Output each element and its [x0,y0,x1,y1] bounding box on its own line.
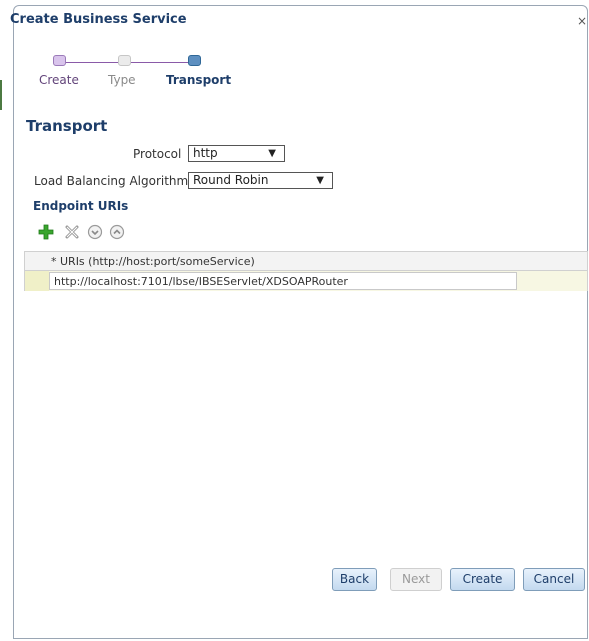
train-stop-type [118,55,131,66]
endpoint-uris-table: * URIs (http://host:port/someService) [24,251,588,291]
create-button[interactable]: Create [450,568,515,591]
cancel-button[interactable]: Cancel [523,568,585,591]
load-balancing-label: Load Balancing Algorithm [34,174,189,188]
close-icon[interactable]: × [577,14,587,28]
add-icon[interactable] [38,224,54,240]
dialog-title: Create Business Service [10,12,187,27]
move-up-icon[interactable] [109,224,125,240]
uri-input[interactable] [49,272,517,290]
delete-icon[interactable] [64,224,80,240]
column-header-uris: * URIs (http://host:port/someService) [51,255,255,268]
load-balancing-select[interactable]: Round Robin ▼ [188,172,333,189]
dropdown-arrow-icon: ▼ [316,175,324,186]
train-label-transport: Transport [166,73,232,87]
train-connector-1 [66,62,118,63]
protocol-value: http [193,146,218,160]
create-business-service-dialog [13,5,588,639]
train-label-create[interactable]: Create [39,73,79,87]
row-selector[interactable] [25,271,49,291]
endpoint-uris-title: Endpoint URIs [33,199,129,213]
train-stop-create[interactable] [53,55,66,66]
next-button[interactable]: Next [390,568,442,591]
dropdown-arrow-icon: ▼ [268,148,276,159]
train-connector-2 [131,62,188,63]
load-balancing-value: Round Robin [193,173,269,187]
section-title-transport: Transport [26,117,108,135]
train-stop-transport [188,55,201,66]
protocol-select[interactable]: http ▼ [188,145,285,162]
background-window-edge [0,80,2,110]
back-button[interactable]: Back [332,568,377,591]
move-down-icon[interactable] [87,224,103,240]
train-label-type: Type [108,73,136,87]
protocol-label: Protocol [133,147,182,161]
table-header: * URIs (http://host:port/someService) [25,252,587,271]
table-row[interactable] [25,271,587,291]
